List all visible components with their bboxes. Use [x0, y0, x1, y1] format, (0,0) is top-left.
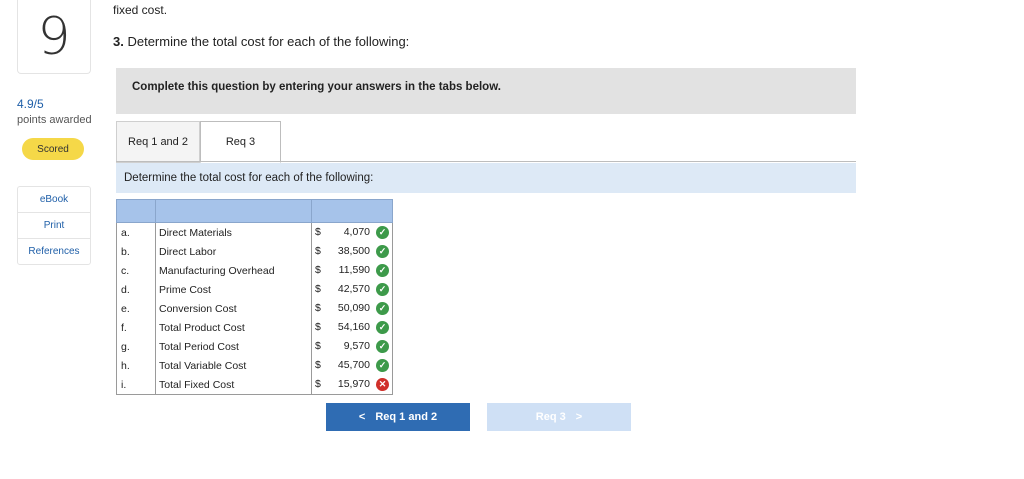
row-letter: d. [116, 280, 156, 299]
row-value-input[interactable]: $11,590 ✓ [311, 261, 393, 280]
instruction-banner: Complete this question by entering your … [116, 68, 856, 114]
row-letter: b. [116, 242, 156, 261]
row-label: Direct Labor [155, 242, 312, 261]
row-value-input[interactable]: $54,160 ✓ [311, 318, 393, 337]
header-cell-letter [116, 199, 156, 223]
header-cell-name [155, 199, 312, 223]
row-amount: 50,090 [337, 302, 370, 314]
currency-symbol: $ [315, 321, 321, 333]
row-amount: 11,590 [338, 264, 370, 276]
row-label: Total Variable Cost [155, 356, 312, 375]
chevron-left-icon: < [358, 411, 366, 423]
row-value-input[interactable]: $50,090 ✓ [311, 299, 393, 318]
row-label: Total Product Cost [155, 318, 312, 337]
row-value-input[interactable]: $45,700 ✓ [311, 356, 393, 375]
row-letter: f. [116, 318, 156, 337]
table-row: h. Total Variable Cost $45,700 ✓ [116, 356, 393, 375]
check-icon: ✓ [376, 340, 389, 353]
cost-table: a. Direct Materials $4,070 ✓ b. Direct Labor $… [116, 199, 393, 395]
check-icon: ✓ [376, 245, 389, 258]
question-part-3: 3. Determine the total cost for each of … [113, 34, 409, 49]
currency-symbol: $ [315, 340, 321, 352]
row-amount: 54,160 [337, 321, 370, 333]
table-row: d. Prime Cost $42,570 ✓ [116, 280, 393, 299]
check-icon: ✓ [376, 264, 389, 277]
header-cell-value [311, 199, 393, 223]
row-amount: 9,570 [343, 340, 370, 352]
row-letter: i. [116, 375, 156, 395]
check-icon: ✓ [376, 321, 389, 334]
scored-badge[interactable]: Scored [22, 138, 84, 160]
cross-icon: ✕ [376, 378, 389, 391]
row-label: Prime Cost [155, 280, 312, 299]
row-amount: 42,570 [337, 283, 370, 295]
table-row: c. Manufacturing Overhead $11,590 ✓ [116, 261, 393, 280]
check-icon: ✓ [376, 283, 389, 296]
prev-req-button[interactable]: < Req 1 and 2 [326, 403, 470, 431]
tab-req-1-and-2[interactable]: Req 1 and 2 [116, 121, 200, 163]
references-link[interactable]: References [18, 239, 90, 264]
check-icon: ✓ [376, 226, 389, 239]
table-row: a. Direct Materials $4,070 ✓ [116, 222, 393, 242]
next-req-label: Req 3 [535, 411, 566, 423]
instruction-text: Complete this question by entering your … [132, 81, 501, 93]
row-label: Conversion Cost [155, 299, 312, 318]
check-icon: ✓ [376, 359, 389, 372]
row-value-input[interactable]: $4,070 ✓ [311, 222, 393, 242]
currency-symbol: $ [315, 302, 321, 314]
row-letter: h. [116, 356, 156, 375]
row-amount: 15,970 [337, 378, 370, 390]
table-row: i. Total Fixed Cost $15,970 ✕ [116, 375, 393, 395]
tab-req-3[interactable]: Req 3 [200, 121, 281, 163]
row-label: Manufacturing Overhead [155, 261, 312, 280]
requirement-tabs: Req 1 and 2 Req 3 [116, 121, 856, 163]
resources-panel: eBook Print References [17, 186, 91, 265]
currency-symbol: $ [315, 378, 321, 390]
chevron-right-icon: > [575, 411, 583, 423]
row-letter: c. [116, 261, 156, 280]
tab-heading: Determine the total cost for each of the… [124, 172, 374, 184]
row-letter: e. [116, 299, 156, 318]
score-value: 4.9/5 [17, 97, 44, 111]
part-number: 3. [113, 34, 124, 49]
row-value-input[interactable]: $9,570 ✓ [311, 337, 393, 356]
currency-symbol: $ [315, 264, 321, 276]
row-amount: 45,700 [337, 359, 370, 371]
part-text: Determine the total cost for each of the… [127, 34, 410, 49]
row-amount: 4,070 [343, 226, 370, 238]
prev-req-label: Req 1 and 2 [375, 411, 438, 423]
tab-heading-bar: Determine the total cost for each of the… [116, 163, 856, 193]
print-link[interactable]: Print [18, 213, 90, 239]
row-label: Total Period Cost [155, 337, 312, 356]
table-row: e. Conversion Cost $50,090 ✓ [116, 299, 393, 318]
question-number: 9 [17, 0, 91, 74]
table-row: b. Direct Labor $38,500 ✓ [116, 242, 393, 261]
previous-text-fragment: fixed cost. [113, 3, 168, 17]
row-amount: 38,500 [337, 245, 370, 257]
currency-symbol: $ [315, 226, 321, 238]
row-value-input[interactable]: $42,570 ✓ [311, 280, 393, 299]
table-header-row [116, 199, 393, 223]
currency-symbol: $ [315, 245, 321, 257]
table-row: f. Total Product Cost $54,160 ✓ [116, 318, 393, 337]
points-awarded-label: points awarded [17, 114, 92, 126]
row-label: Total Fixed Cost [155, 375, 312, 395]
row-letter: g. [116, 337, 156, 356]
row-value-input[interactable]: $15,970 ✕ [311, 375, 393, 395]
row-letter: a. [116, 222, 156, 242]
check-icon: ✓ [376, 302, 389, 315]
tab-divider [116, 161, 856, 162]
row-value-input[interactable]: $38,500 ✓ [311, 242, 393, 261]
row-label: Direct Materials [155, 222, 312, 242]
next-req-button[interactable]: Req 3 > [487, 403, 631, 431]
currency-symbol: $ [315, 359, 321, 371]
table-row: g. Total Period Cost $9,570 ✓ [116, 337, 393, 356]
currency-symbol: $ [315, 283, 321, 295]
ebook-link[interactable]: eBook [18, 187, 90, 213]
